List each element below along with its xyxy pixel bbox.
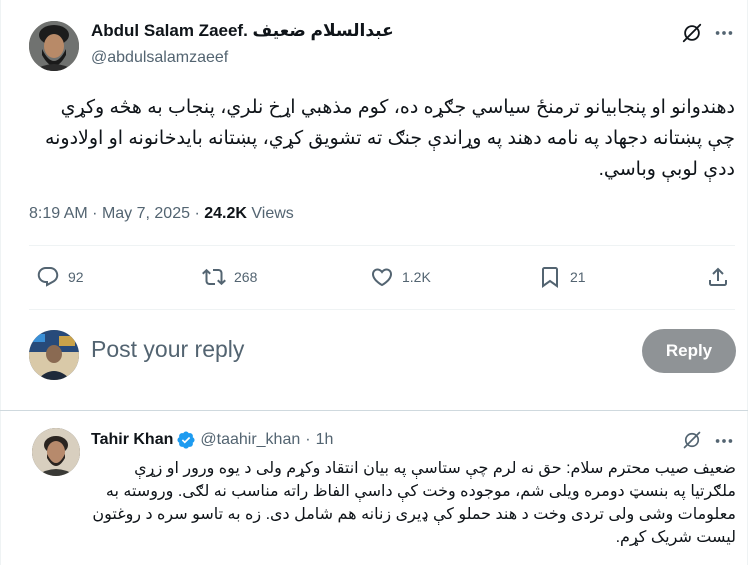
bookmark-icon bbox=[542, 267, 558, 288]
repost-action[interactable]: 268 bbox=[202, 264, 257, 290]
reply-time[interactable]: 1h bbox=[316, 431, 334, 449]
share-icon bbox=[709, 267, 727, 286]
grok-icon[interactable] bbox=[681, 22, 703, 44]
tweet-text: دهندوانو او پنجابیانو ترمنځ سیاسي جګړه د… bbox=[44, 97, 735, 180]
bookmark-action[interactable]: 21 bbox=[538, 264, 586, 290]
divider bbox=[29, 245, 735, 246]
reply-input[interactable]: Post your reply bbox=[91, 336, 244, 363]
divider bbox=[29, 309, 735, 310]
reply-icon bbox=[37, 267, 59, 287]
author-avatar[interactable] bbox=[29, 21, 79, 71]
views-label: Views bbox=[251, 205, 294, 222]
more-options-icon[interactable] bbox=[713, 22, 735, 44]
meta-dot: · bbox=[92, 205, 98, 222]
reply-action[interactable]: 92 bbox=[36, 264, 84, 290]
reply-count: 92 bbox=[68, 269, 84, 285]
main-tweet: Abdul Salam Zaeef. عبدالسلام ضعیف @abdul… bbox=[0, 0, 748, 410]
tweet-date[interactable]: May 7, 2025 bbox=[102, 205, 190, 222]
heart-icon bbox=[371, 268, 393, 287]
reply-author-name[interactable]: Tahir Khan bbox=[91, 431, 173, 449]
reply-dot: · bbox=[305, 431, 311, 448]
views-count: 24.2K bbox=[204, 205, 247, 222]
more-options-icon[interactable] bbox=[713, 430, 735, 452]
bookmark-count: 21 bbox=[570, 269, 586, 285]
reply-button[interactable]: Reply bbox=[642, 329, 736, 373]
like-count: 1.2K bbox=[402, 269, 431, 285]
author-name[interactable]: Abdul Salam Zaeef. عبدالسلام ضعیف bbox=[91, 21, 394, 41]
share-action[interactable] bbox=[706, 264, 730, 290]
repost-count: 268 bbox=[234, 269, 258, 285]
like-action[interactable]: 1.2K bbox=[370, 264, 431, 290]
meta-dot: · bbox=[194, 205, 200, 222]
current-user-avatar bbox=[29, 330, 79, 380]
reply-header: Tahir Khan @taahir_khan · 1h bbox=[91, 430, 333, 450]
reply-author-avatar[interactable] bbox=[32, 428, 80, 476]
reply-tweet[interactable]: Tahir Khan @taahir_khan · 1h ضعیف صیب مح… bbox=[0, 411, 748, 565]
tweet-time[interactable]: 8:19 AM bbox=[29, 205, 88, 222]
verified-badge-icon bbox=[177, 431, 195, 449]
reply-text: ضعیف صیب محترم سلام: حق نه لرم چې ستاسې … bbox=[92, 460, 736, 546]
repost-icon bbox=[202, 268, 226, 286]
reply-author-handle[interactable]: @taahir_khan bbox=[200, 431, 300, 449]
tweet-meta: 8:19 AM · May 7, 2025 · 24.2K Views bbox=[29, 205, 294, 223]
author-handle[interactable]: @abdulsalamzaeef bbox=[91, 49, 228, 67]
grok-icon[interactable] bbox=[682, 430, 702, 450]
